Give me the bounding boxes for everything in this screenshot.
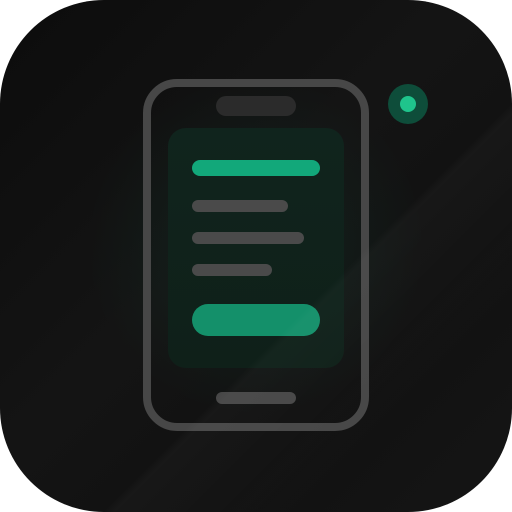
phone-screen	[168, 128, 344, 368]
home-indicator	[216, 392, 296, 404]
phone-notch	[216, 96, 296, 116]
screen-text-line	[192, 264, 272, 276]
notification-dot-icon	[388, 84, 428, 124]
screen-title-bar	[192, 160, 320, 176]
screen-cta-button	[192, 304, 320, 336]
app-icon	[0, 0, 512, 512]
screen-text-line	[192, 232, 304, 244]
screen-text-line	[192, 200, 288, 212]
